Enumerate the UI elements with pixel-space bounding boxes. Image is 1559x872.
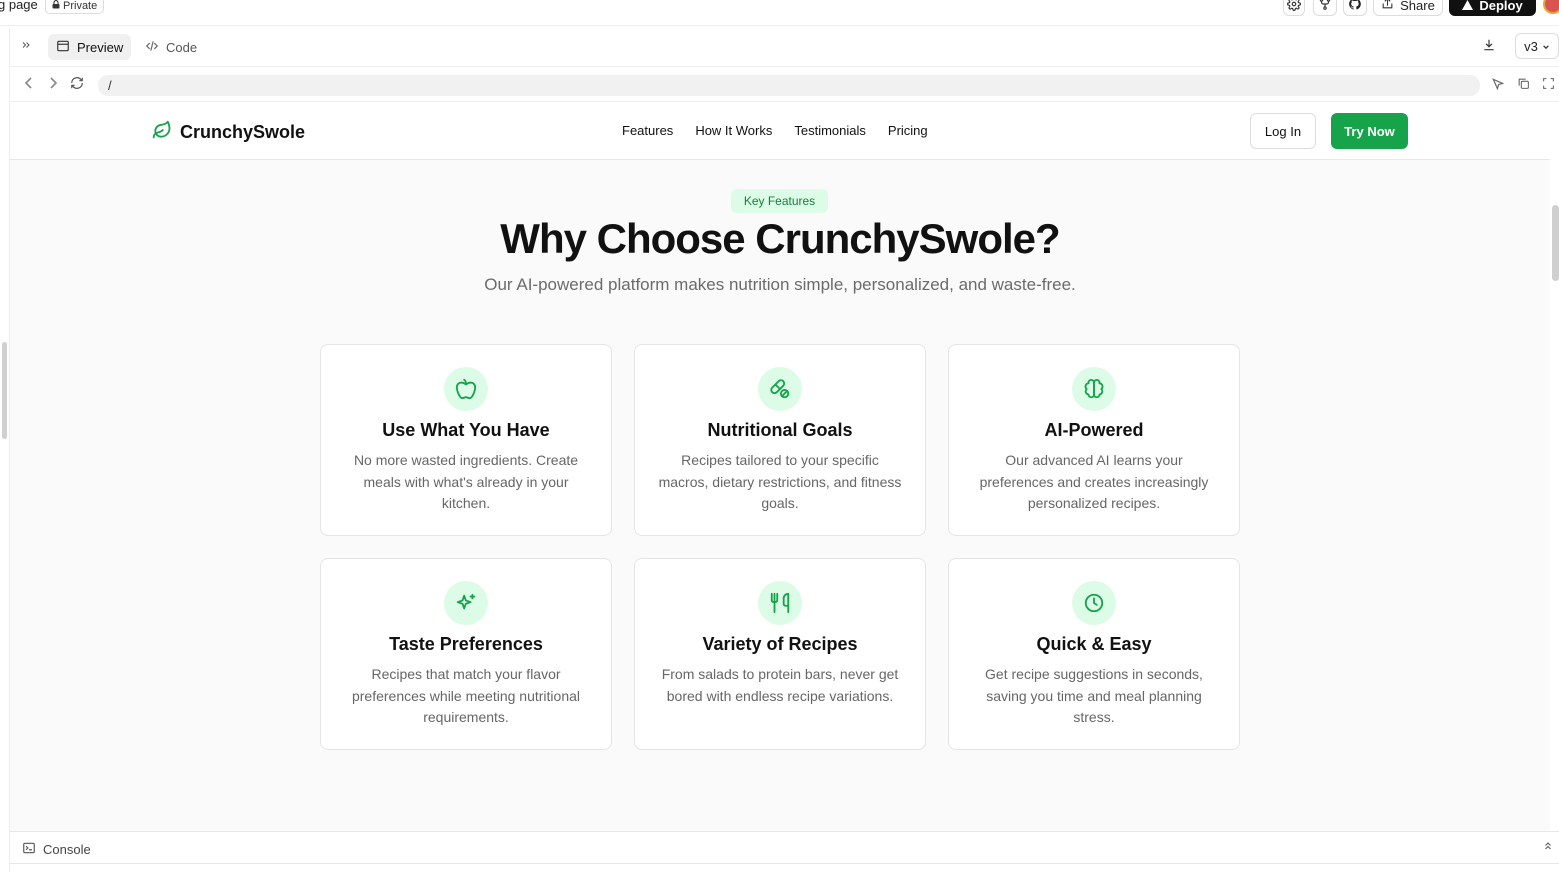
feature-title: Taste Preferences bbox=[389, 634, 543, 654]
scrollbar-thumb[interactable] bbox=[1552, 205, 1559, 281]
nav-link-how-it-works[interactable]: How It Works bbox=[695, 123, 772, 138]
visibility-label: Private bbox=[63, 0, 98, 12]
console-bar[interactable]: Console bbox=[10, 831, 1559, 864]
pill-icon bbox=[758, 367, 802, 411]
refresh-icon[interactable] bbox=[70, 76, 84, 93]
site-logo[interactable]: CrunchySwole bbox=[152, 120, 305, 145]
back-icon[interactable] bbox=[24, 76, 34, 92]
fork-button[interactable] bbox=[1313, 0, 1337, 16]
feature-description: Recipes tailored to your specific macros… bbox=[658, 452, 902, 511]
feature-description: Get recipe suggestions in seconds, savin… bbox=[985, 666, 1203, 725]
lock-icon bbox=[52, 0, 60, 12]
terminal-icon bbox=[22, 841, 36, 858]
features-grid: Use What You Have No more wasted ingredi… bbox=[320, 344, 1240, 750]
sparkles-icon bbox=[444, 581, 488, 625]
version-label: v3 bbox=[1524, 38, 1538, 54]
tab-preview-label: Preview bbox=[77, 39, 124, 55]
section-title: Why Choose CrunchySwole? bbox=[500, 215, 1060, 262]
visibility-badge[interactable]: Private bbox=[45, 0, 105, 14]
chevrons-up-icon[interactable] bbox=[1542, 840, 1554, 855]
inspect-icon[interactable] bbox=[1491, 77, 1505, 94]
download-icon[interactable] bbox=[1482, 38, 1496, 55]
feature-description: Recipes that match your flavor preferenc… bbox=[351, 666, 580, 725]
section-pill: Key Features bbox=[731, 189, 828, 213]
app-topbar: g page Private Share Deploy bbox=[0, 0, 1559, 26]
url-input[interactable] bbox=[98, 75, 1480, 96]
deploy-button[interactable]: Deploy bbox=[1449, 0, 1536, 16]
preview-scrollbar[interactable] bbox=[1550, 102, 1559, 831]
login-button[interactable]: Log In bbox=[1250, 113, 1316, 149]
site-header: CrunchySwole Features How It Works Testi… bbox=[10, 102, 1550, 160]
feature-title: Nutritional Goals bbox=[707, 420, 853, 440]
brain-icon bbox=[1072, 367, 1116, 411]
tab-code-label: Code bbox=[166, 39, 198, 55]
feature-title: Use What You Have bbox=[382, 420, 550, 440]
feature-description: Our advanced AI learns your preferences … bbox=[979, 452, 1209, 511]
preview-viewport: CrunchySwole Features How It Works Testi… bbox=[10, 102, 1550, 831]
tab-preview[interactable]: Preview bbox=[48, 34, 132, 60]
console-label: Console bbox=[43, 842, 91, 857]
console-toggle[interactable]: Console bbox=[22, 841, 91, 858]
window-icon bbox=[56, 39, 70, 56]
open-new-window-icon[interactable] bbox=[1517, 77, 1530, 93]
resize-handle[interactable] bbox=[2, 342, 7, 439]
feature-card: Nutritional Goals Recipes tailored to yo… bbox=[634, 344, 926, 536]
nav-link-features[interactable]: Features bbox=[622, 123, 673, 138]
feature-card: Variety of Recipes From salads to protei… bbox=[634, 558, 926, 750]
feature-card: Taste Preferences Recipes that match you… bbox=[320, 558, 612, 750]
utensils-icon bbox=[758, 581, 802, 625]
leaf-icon bbox=[152, 120, 172, 145]
apple-icon bbox=[444, 367, 488, 411]
project-name[interactable]: g page bbox=[0, 0, 38, 12]
version-select[interactable]: v3 bbox=[1515, 33, 1559, 59]
tab-code[interactable]: Code bbox=[137, 34, 205, 60]
feature-card: AI-Powered Our advanced AI learns your p… bbox=[948, 344, 1240, 536]
preview-url-bar bbox=[10, 68, 1559, 102]
fullscreen-icon[interactable] bbox=[1542, 77, 1555, 93]
left-panel-edge bbox=[0, 27, 10, 872]
forward-icon[interactable] bbox=[48, 76, 58, 92]
brand-name: CrunchySwole bbox=[180, 122, 306, 142]
nav-link-testimonials[interactable]: Testimonials bbox=[794, 123, 866, 138]
feature-card: Quick & Easy Get recipe suggestions in s… bbox=[948, 558, 1240, 750]
share-label: Share bbox=[1400, 0, 1435, 13]
feature-description: From salads to protein bars, never get b… bbox=[661, 666, 899, 704]
nav-link-pricing[interactable]: Pricing bbox=[888, 123, 928, 138]
share-button[interactable]: Share bbox=[1373, 0, 1443, 16]
share-icon bbox=[1381, 0, 1394, 13]
section-subtitle: Our AI-powered platform makes nutrition … bbox=[484, 275, 1076, 294]
feature-title: Quick & Easy bbox=[1036, 634, 1152, 654]
site-nav: Features How It Works Testimonials Prici… bbox=[622, 123, 928, 138]
tabs-bar: Preview Code v3 bbox=[10, 27, 1559, 67]
deploy-label: Deploy bbox=[1479, 0, 1523, 13]
feature-card: Use What You Have No more wasted ingredi… bbox=[320, 344, 612, 536]
git-fork-icon bbox=[1318, 0, 1332, 14]
github-button[interactable] bbox=[1343, 0, 1367, 16]
chevrons-right-icon[interactable] bbox=[20, 38, 32, 54]
chevron-down-icon bbox=[1542, 39, 1550, 54]
feature-description: No more wasted ingredients. Create meals… bbox=[353, 452, 579, 511]
avatar[interactable] bbox=[1543, 0, 1559, 14]
code-icon bbox=[145, 39, 159, 56]
settings-button[interactable] bbox=[1283, 0, 1305, 16]
triangle-icon bbox=[1462, 0, 1474, 13]
github-icon bbox=[1348, 0, 1362, 14]
feature-title: Variety of Recipes bbox=[702, 634, 858, 654]
feature-title: AI-Powered bbox=[1044, 420, 1144, 440]
clock-icon bbox=[1072, 581, 1116, 625]
gear-icon bbox=[1287, 0, 1301, 14]
try-now-button[interactable]: Try Now bbox=[1331, 113, 1408, 149]
